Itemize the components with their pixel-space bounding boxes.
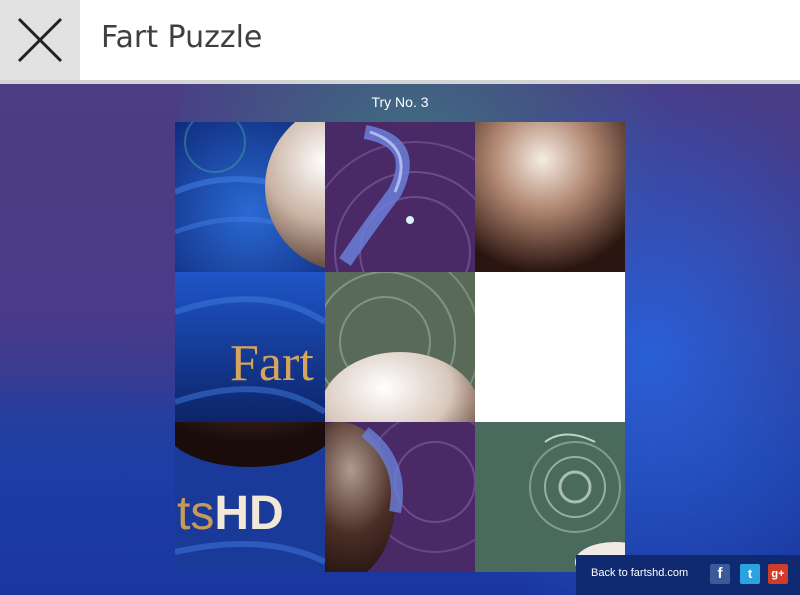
page-title: Fart Puzzle xyxy=(101,20,263,55)
puzzle-tile[interactable] xyxy=(325,122,475,272)
puzzle-tile[interactable] xyxy=(325,422,475,572)
puzzle-tile[interactable] xyxy=(475,422,625,572)
tile-text-suffix: ts xyxy=(177,487,215,540)
google-plus-icon[interactable]: g+ xyxy=(768,564,788,584)
try-counter: Try No. 3 xyxy=(371,94,429,110)
tile-text-hd: tsHD xyxy=(177,486,284,541)
top-bar: Fart Puzzle xyxy=(0,0,800,84)
puzzle-tile[interactable]: Fart xyxy=(175,272,325,422)
close-x-icon xyxy=(17,17,63,63)
puzzle-tile[interactable] xyxy=(325,272,475,422)
empty-tile-slot[interactable] xyxy=(475,272,625,422)
twitter-icon[interactable]: t xyxy=(740,564,760,584)
tile-text-fart: Fart xyxy=(230,335,314,392)
background-glow xyxy=(0,84,180,414)
back-to-site-link[interactable]: Back to fartshd.com xyxy=(591,567,688,579)
facebook-icon[interactable]: f xyxy=(710,564,730,584)
puzzle-tile[interactable]: tsHD xyxy=(175,422,325,572)
puzzle-tile[interactable] xyxy=(475,122,625,272)
tile-text-hd-bold: HD xyxy=(214,487,284,540)
close-button[interactable] xyxy=(0,0,80,80)
puzzle-board: Fart tsHD xyxy=(175,122,625,572)
puzzle-tile[interactable] xyxy=(175,122,325,272)
